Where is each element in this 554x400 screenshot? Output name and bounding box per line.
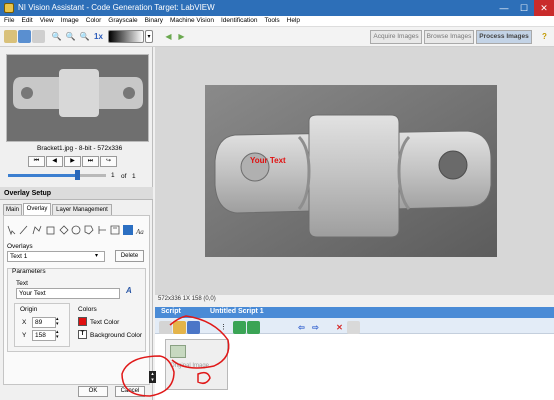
red-annotation-marks — [121, 315, 230, 397]
annotation-mark-step — [197, 371, 211, 385]
annotation-circle-top — [169, 315, 230, 369]
annotation-circle-left — [121, 355, 175, 397]
collapse-panel-icon[interactable]: ▴ ▾ — [149, 371, 156, 383]
